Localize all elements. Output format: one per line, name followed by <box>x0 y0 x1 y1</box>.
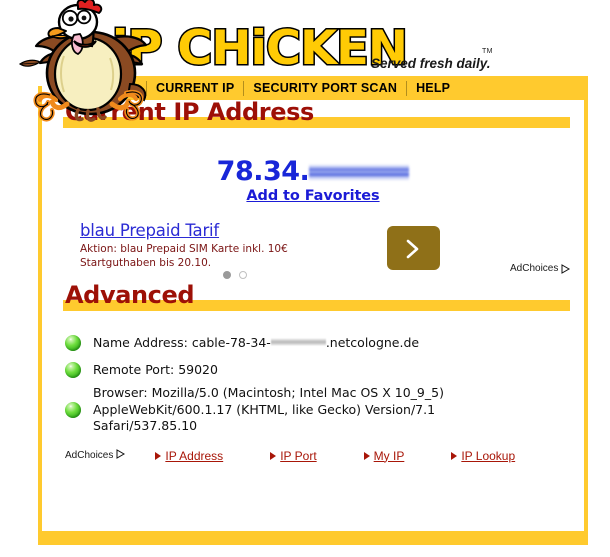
ad-carousel-dots[interactable] <box>223 271 247 279</box>
footer-link-label: My IP <box>373 448 405 463</box>
name-address-row: Name Address: cable-78-34- .netcologne.de <box>93 335 419 352</box>
adchoices-label-top: AdChoices <box>510 263 559 274</box>
ad-title-link[interactable]: blau Prepaid Tarif <box>80 221 219 240</box>
list-item: Browser: Mozilla/5.0 (Macintosh; Intel M… <box>65 385 584 435</box>
current-ip-redaction-overlay <box>309 164 410 181</box>
current-ip-block: 78.34. Add to Favorites <box>42 156 584 204</box>
footer-link-label: IP Lookup <box>461 448 516 463</box>
footer-link-ip-port[interactable]: IP Port <box>270 448 317 463</box>
name-address-label: Name Address: <box>93 334 188 350</box>
main-content: Current IP Address 78.34. Add to Favorit… <box>42 98 584 463</box>
chevron-right-icon <box>406 239 419 259</box>
remote-port-value: 59020 <box>178 361 218 377</box>
nav-item-current-ip[interactable]: CURRENT IP <box>147 78 243 98</box>
nav-item-security-port-scan[interactable]: SECURITY PORT SCAN <box>244 78 406 98</box>
green-status-dot-icon <box>65 401 81 418</box>
site-tagline: Served fresh daily. <box>371 56 491 71</box>
adchoices-arrow-icon <box>116 449 126 462</box>
feather-icon <box>18 59 42 67</box>
remote-port-label: Remote Port: <box>93 361 175 377</box>
remote-port-row: Remote Port: 59020 <box>93 362 218 379</box>
advanced-section-header: Advanced <box>42 281 584 317</box>
list-item: Name Address: cable-78-34- .netcologne.de <box>65 331 584 355</box>
ad-description: Aktion: blau Prepaid SIM Karte inkl. 10€… <box>80 243 288 269</box>
footer-link-label: IP Address <box>165 448 224 463</box>
adchoices-arrow-icon <box>561 263 571 274</box>
trademark-mark: TM <box>482 48 493 55</box>
ad-next-button[interactable] <box>387 226 440 270</box>
green-status-dot-icon <box>65 335 81 351</box>
nav-separator <box>406 80 408 96</box>
browser-row: Browser: Mozilla/5.0 (Macintosh; Intel M… <box>93 385 523 435</box>
site-header: iP CHiCKEN Served fresh daily. TM CURREN… <box>0 0 610 122</box>
footer-link-ip-address[interactable]: IP Address <box>155 449 223 463</box>
carousel-dot-inactive[interactable] <box>239 271 247 279</box>
green-status-dot-icon <box>65 362 81 378</box>
triangle-bullet-icon <box>155 451 162 460</box>
page-border-bottom <box>38 531 588 545</box>
adchoices-badge-top[interactable]: AdChoices <box>510 263 571 274</box>
footer-link-my-ip[interactable]: My IP <box>363 448 405 463</box>
advanced-title: Advanced <box>65 281 195 309</box>
add-to-favorites-link[interactable]: Add to Favorites <box>42 188 584 204</box>
current-ip-visible-prefix: 78.34. <box>216 156 310 187</box>
list-item: Remote Port: 59020 <box>65 358 584 382</box>
footer-link-ip-lookup[interactable]: IP Lookup <box>451 449 515 463</box>
adchoices-badge-bottom[interactable]: AdChoices <box>65 449 126 462</box>
name-address-value-suffix: .netcologne.de <box>325 334 420 350</box>
ip-chicken-mascot-logo <box>12 0 162 122</box>
page-border-right <box>584 86 588 532</box>
page-root: iP CHiCKEN Served fresh daily. TM CURREN… <box>0 0 610 557</box>
triangle-bullet-icon <box>363 451 370 460</box>
adchoices-label-bottom: AdChoices <box>65 450 114 461</box>
main-nav: CURRENT IP SECURITY PORT SCAN HELP <box>146 78 459 98</box>
name-address-redaction-overlay <box>270 337 326 346</box>
current-ip-value: 78.34. <box>217 156 410 187</box>
name-address-value-prefix: cable-78-34- <box>191 334 271 350</box>
carousel-dot-active[interactable] <box>223 271 231 279</box>
advanced-info-list: Name Address: cable-78-34- .netcologne.de… <box>65 331 584 435</box>
footer-link-row: AdChoices IP Address IP Port My IP IP Lo… <box>65 449 584 463</box>
footer-link-label: IP Port <box>280 448 317 463</box>
triangle-bullet-icon <box>451 451 458 460</box>
nav-separator <box>146 80 147 96</box>
nav-separator <box>243 80 245 96</box>
triangle-bullet-icon <box>270 451 277 460</box>
nav-item-help[interactable]: HELP <box>407 78 459 98</box>
advertisement-banner[interactable]: blau Prepaid Tarif Aktion: blau Prepaid … <box>80 221 584 283</box>
browser-label: Browser: <box>93 385 148 400</box>
